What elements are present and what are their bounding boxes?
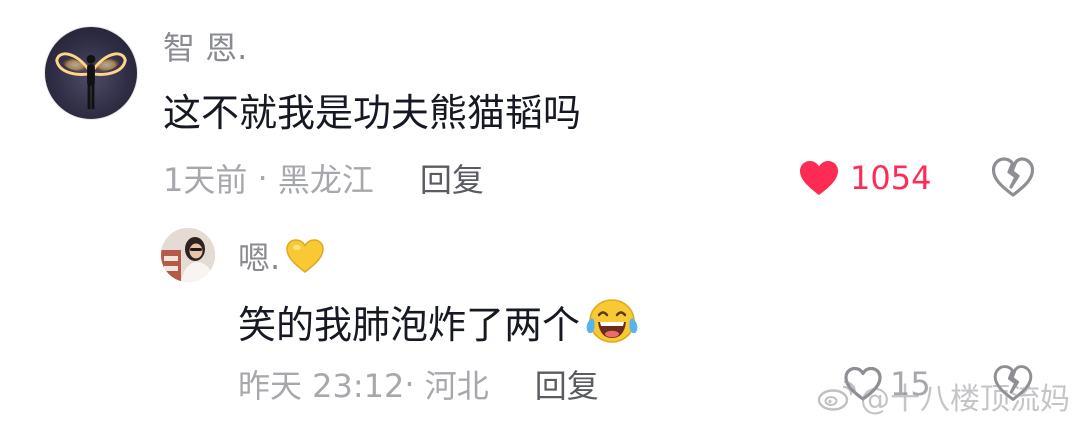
reply-username[interactable]: 嗯.: [238, 233, 280, 279]
comment-time: 1天前: [163, 161, 248, 199]
reply-time: 昨天 23:12: [238, 367, 405, 405]
meta-separator: ·: [404, 365, 425, 403]
comment-meta: 1天前 · 黑龙江 回复: [163, 156, 484, 200]
heart-filled-icon: [800, 161, 838, 195]
comment-username[interactable]: 智 恩.: [163, 26, 247, 70]
tears-of-joy-emoji-icon: [586, 299, 638, 343]
yellow-heart-emoji-icon: [286, 239, 324, 273]
angel-wings-avatar-icon: [55, 52, 127, 110]
comment-text: 这不就我是功夫熊猫韬吗: [163, 91, 582, 135]
person-photo-avatar-icon: [161, 228, 215, 282]
reply-username-row[interactable]: 嗯.: [238, 234, 326, 278]
reply-reply-button[interactable]: 回复: [535, 361, 599, 407]
reply-location: 河北: [424, 367, 489, 405]
reply-content-row: 笑的我肺泡炸了两个: [238, 294, 640, 348]
watermark: @十八楼顶流妈: [816, 376, 1070, 417]
comment-avatar[interactable]: [44, 26, 138, 120]
comment-like-count: 1054: [850, 159, 932, 197]
weibo-logo-icon: [817, 380, 856, 411]
comment-reply-button[interactable]: 回复: [420, 155, 484, 201]
comment-location: 黑龙江: [277, 161, 374, 199]
reply-text: 笑的我肺泡炸了两个: [238, 302, 581, 347]
broken-heart-icon: [991, 157, 1035, 197]
meta-separator: ·: [247, 159, 278, 197]
watermark-text: @十八楼顶流妈: [860, 382, 1070, 417]
comment-like-button[interactable]: 1054: [798, 154, 931, 202]
reply-meta: 昨天 23:12 · 河北 回复: [238, 362, 599, 406]
comment-dislike-button[interactable]: [990, 155, 1036, 199]
reply-avatar[interactable]: [161, 228, 215, 282]
